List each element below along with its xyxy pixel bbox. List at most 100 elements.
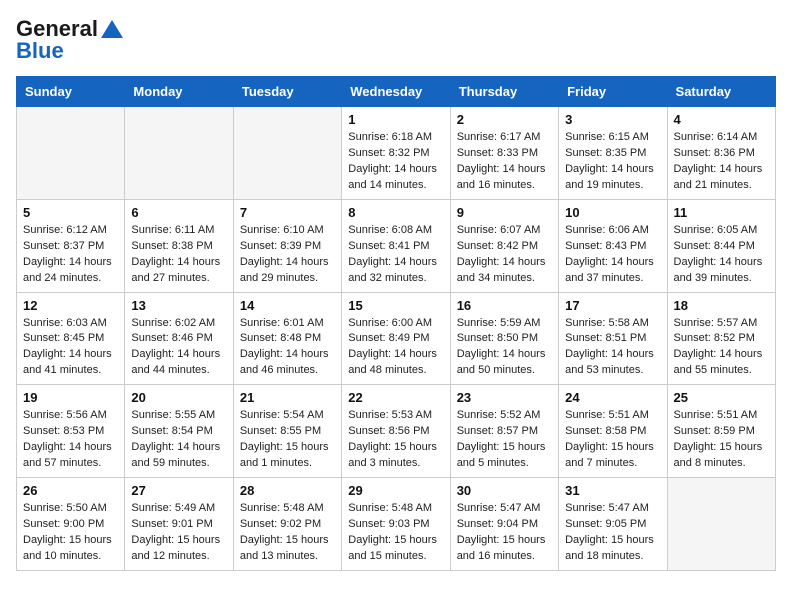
calendar-cell: 27 Sunrise: 5:49 AM Sunset: 9:01 PM Dayli… bbox=[125, 478, 233, 571]
calendar-cell: 5Sunrise: 6:12 AM Sunset: 8:37 PM Daylig… bbox=[17, 199, 125, 292]
day-number: 12 bbox=[23, 298, 118, 313]
day-info: Sunrise: 6:17 AM Sunset: 8:33 PM Dayligh… bbox=[457, 130, 552, 194]
calendar-cell: 16 Sunrise: 5:59 AM Sunset: 8:50 PM Dayli… bbox=[450, 292, 558, 385]
day-of-week-header: Saturday bbox=[667, 77, 775, 107]
logo-blue: Blue bbox=[16, 38, 64, 64]
day-number: 19 bbox=[23, 390, 118, 405]
day-number: 23 bbox=[457, 390, 552, 405]
day-number: 9 bbox=[457, 205, 552, 220]
day-number: 27 bbox=[131, 483, 226, 498]
calendar-cell: 13 Sunrise: 6:02 AM Sunset: 8:46 PM Dayli… bbox=[125, 292, 233, 385]
day-of-week-header: Friday bbox=[559, 77, 667, 107]
day-info: Sunrise: 5:47 AM Sunset: 9:05 PM Dayligh… bbox=[565, 501, 660, 565]
calendar-cell: 26 Sunrise: 5:50 AM Sunset: 9:00 PM Dayli… bbox=[17, 478, 125, 571]
calendar-week-row: 19 Sunrise: 5:56 AM Sunset: 8:53 PM Dayli… bbox=[17, 385, 776, 478]
calendar-cell: 4 Sunrise: 6:14 AM Sunset: 8:36 PM Daylig… bbox=[667, 107, 775, 200]
calendar-cell: 21 Sunrise: 5:54 AM Sunset: 8:55 PM Dayli… bbox=[233, 385, 341, 478]
calendar-week-row: 26 Sunrise: 5:50 AM Sunset: 9:00 PM Dayli… bbox=[17, 478, 776, 571]
day-info: Sunrise: 5:49 AM Sunset: 9:01 PM Dayligh… bbox=[131, 501, 226, 565]
calendar-cell bbox=[233, 107, 341, 200]
day-info: Sunrise: 6:05 AM Sunset: 8:44 PM Dayligh… bbox=[674, 223, 769, 287]
day-of-week-header: Tuesday bbox=[233, 77, 341, 107]
day-number: 28 bbox=[240, 483, 335, 498]
day-info: Sunrise: 5:48 AM Sunset: 9:02 PM Dayligh… bbox=[240, 501, 335, 565]
calendar-header-row: SundayMondayTuesdayWednesdayThursdayFrid… bbox=[17, 77, 776, 107]
calendar-cell: 18 Sunrise: 5:57 AM Sunset: 8:52 PM Dayli… bbox=[667, 292, 775, 385]
calendar-cell: 25 Sunrise: 5:51 AM Sunset: 8:59 PM Dayli… bbox=[667, 385, 775, 478]
calendar-cell: 19 Sunrise: 5:56 AM Sunset: 8:53 PM Dayli… bbox=[17, 385, 125, 478]
day-info: Sunrise: 6:00 AM Sunset: 8:49 PM Dayligh… bbox=[348, 316, 443, 380]
calendar-week-row: 1 Sunrise: 6:18 AM Sunset: 8:32 PM Daylig… bbox=[17, 107, 776, 200]
calendar-cell: 3 Sunrise: 6:15 AM Sunset: 8:35 PM Daylig… bbox=[559, 107, 667, 200]
calendar-cell: 30 Sunrise: 5:47 AM Sunset: 9:04 PM Dayli… bbox=[450, 478, 558, 571]
day-info: Sunrise: 6:18 AM Sunset: 8:32 PM Dayligh… bbox=[348, 130, 443, 194]
day-info: Sunrise: 5:54 AM Sunset: 8:55 PM Dayligh… bbox=[240, 408, 335, 472]
day-info: Sunrise: 5:48 AM Sunset: 9:03 PM Dayligh… bbox=[348, 501, 443, 565]
day-info: Sunrise: 5:50 AM Sunset: 9:00 PM Dayligh… bbox=[23, 501, 118, 565]
day-info: Sunrise: 6:07 AM Sunset: 8:42 PM Dayligh… bbox=[457, 223, 552, 287]
day-number: 26 bbox=[23, 483, 118, 498]
calendar-cell: 8Sunrise: 6:08 AM Sunset: 8:41 PM Daylig… bbox=[342, 199, 450, 292]
calendar-cell: 23 Sunrise: 5:52 AM Sunset: 8:57 PM Dayli… bbox=[450, 385, 558, 478]
day-info: Sunrise: 6:01 AM Sunset: 8:48 PM Dayligh… bbox=[240, 316, 335, 380]
calendar-cell: 6Sunrise: 6:11 AM Sunset: 8:38 PM Daylig… bbox=[125, 199, 233, 292]
day-number: 13 bbox=[131, 298, 226, 313]
day-number: 22 bbox=[348, 390, 443, 405]
day-number: 15 bbox=[348, 298, 443, 313]
calendar-cell: 14 Sunrise: 6:01 AM Sunset: 8:48 PM Dayli… bbox=[233, 292, 341, 385]
day-of-week-header: Sunday bbox=[17, 77, 125, 107]
day-info: Sunrise: 5:51 AM Sunset: 8:58 PM Dayligh… bbox=[565, 408, 660, 472]
day-info: Sunrise: 5:56 AM Sunset: 8:53 PM Dayligh… bbox=[23, 408, 118, 472]
calendar-cell: 7 Sunrise: 6:10 AM Sunset: 8:39 PM Daylig… bbox=[233, 199, 341, 292]
day-number: 31 bbox=[565, 483, 660, 498]
day-number: 18 bbox=[674, 298, 769, 313]
day-number: 20 bbox=[131, 390, 226, 405]
day-number: 16 bbox=[457, 298, 552, 313]
day-info: Sunrise: 5:59 AM Sunset: 8:50 PM Dayligh… bbox=[457, 316, 552, 380]
day-number: 29 bbox=[348, 483, 443, 498]
day-info: Sunrise: 6:08 AM Sunset: 8:41 PM Dayligh… bbox=[348, 223, 443, 287]
day-number: 1 bbox=[348, 112, 443, 127]
calendar-cell: 17 Sunrise: 5:58 AM Sunset: 8:51 PM Dayli… bbox=[559, 292, 667, 385]
calendar-cell: 15 Sunrise: 6:00 AM Sunset: 8:49 PM Dayli… bbox=[342, 292, 450, 385]
calendar-cell: 1 Sunrise: 6:18 AM Sunset: 8:32 PM Daylig… bbox=[342, 107, 450, 200]
day-info: Sunrise: 5:51 AM Sunset: 8:59 PM Dayligh… bbox=[674, 408, 769, 472]
calendar-cell: 2Sunrise: 6:17 AM Sunset: 8:33 PM Daylig… bbox=[450, 107, 558, 200]
day-number: 17 bbox=[565, 298, 660, 313]
day-of-week-header: Monday bbox=[125, 77, 233, 107]
calendar-cell: 12Sunrise: 6:03 AM Sunset: 8:45 PM Dayli… bbox=[17, 292, 125, 385]
day-info: Sunrise: 6:11 AM Sunset: 8:38 PM Dayligh… bbox=[131, 223, 226, 287]
day-number: 11 bbox=[674, 205, 769, 220]
day-info: Sunrise: 5:55 AM Sunset: 8:54 PM Dayligh… bbox=[131, 408, 226, 472]
day-info: Sunrise: 6:10 AM Sunset: 8:39 PM Dayligh… bbox=[240, 223, 335, 287]
calendar-cell: 9 Sunrise: 6:07 AM Sunset: 8:42 PM Daylig… bbox=[450, 199, 558, 292]
calendar-cell bbox=[667, 478, 775, 571]
day-number: 30 bbox=[457, 483, 552, 498]
day-info: Sunrise: 6:02 AM Sunset: 8:46 PM Dayligh… bbox=[131, 316, 226, 380]
day-info: Sunrise: 5:57 AM Sunset: 8:52 PM Dayligh… bbox=[674, 316, 769, 380]
calendar-cell: 10Sunrise: 6:06 AM Sunset: 8:43 PM Dayli… bbox=[559, 199, 667, 292]
day-number: 21 bbox=[240, 390, 335, 405]
day-number: 14 bbox=[240, 298, 335, 313]
day-info: Sunrise: 6:14 AM Sunset: 8:36 PM Dayligh… bbox=[674, 130, 769, 194]
calendar-week-row: 5Sunrise: 6:12 AM Sunset: 8:37 PM Daylig… bbox=[17, 199, 776, 292]
day-info: Sunrise: 5:53 AM Sunset: 8:56 PM Dayligh… bbox=[348, 408, 443, 472]
day-info: Sunrise: 6:15 AM Sunset: 8:35 PM Dayligh… bbox=[565, 130, 660, 194]
calendar-cell bbox=[17, 107, 125, 200]
calendar-cell: 31 Sunrise: 5:47 AM Sunset: 9:05 PM Dayli… bbox=[559, 478, 667, 571]
calendar-cell: 29 Sunrise: 5:48 AM Sunset: 9:03 PM Dayli… bbox=[342, 478, 450, 571]
day-info: Sunrise: 6:06 AM Sunset: 8:43 PM Dayligh… bbox=[565, 223, 660, 287]
day-info: Sunrise: 5:52 AM Sunset: 8:57 PM Dayligh… bbox=[457, 408, 552, 472]
day-number: 25 bbox=[674, 390, 769, 405]
day-number: 24 bbox=[565, 390, 660, 405]
day-number: 4 bbox=[674, 112, 769, 127]
day-info: Sunrise: 5:58 AM Sunset: 8:51 PM Dayligh… bbox=[565, 316, 660, 380]
page-header: General Blue bbox=[16, 16, 776, 64]
day-of-week-header: Thursday bbox=[450, 77, 558, 107]
day-info: Sunrise: 6:12 AM Sunset: 8:37 PM Dayligh… bbox=[23, 223, 118, 287]
day-number: 7 bbox=[240, 205, 335, 220]
day-number: 3 bbox=[565, 112, 660, 127]
day-info: Sunrise: 5:47 AM Sunset: 9:04 PM Dayligh… bbox=[457, 501, 552, 565]
calendar-cell: 11 Sunrise: 6:05 AM Sunset: 8:44 PM Dayli… bbox=[667, 199, 775, 292]
calendar-cell: 28 Sunrise: 5:48 AM Sunset: 9:02 PM Dayli… bbox=[233, 478, 341, 571]
